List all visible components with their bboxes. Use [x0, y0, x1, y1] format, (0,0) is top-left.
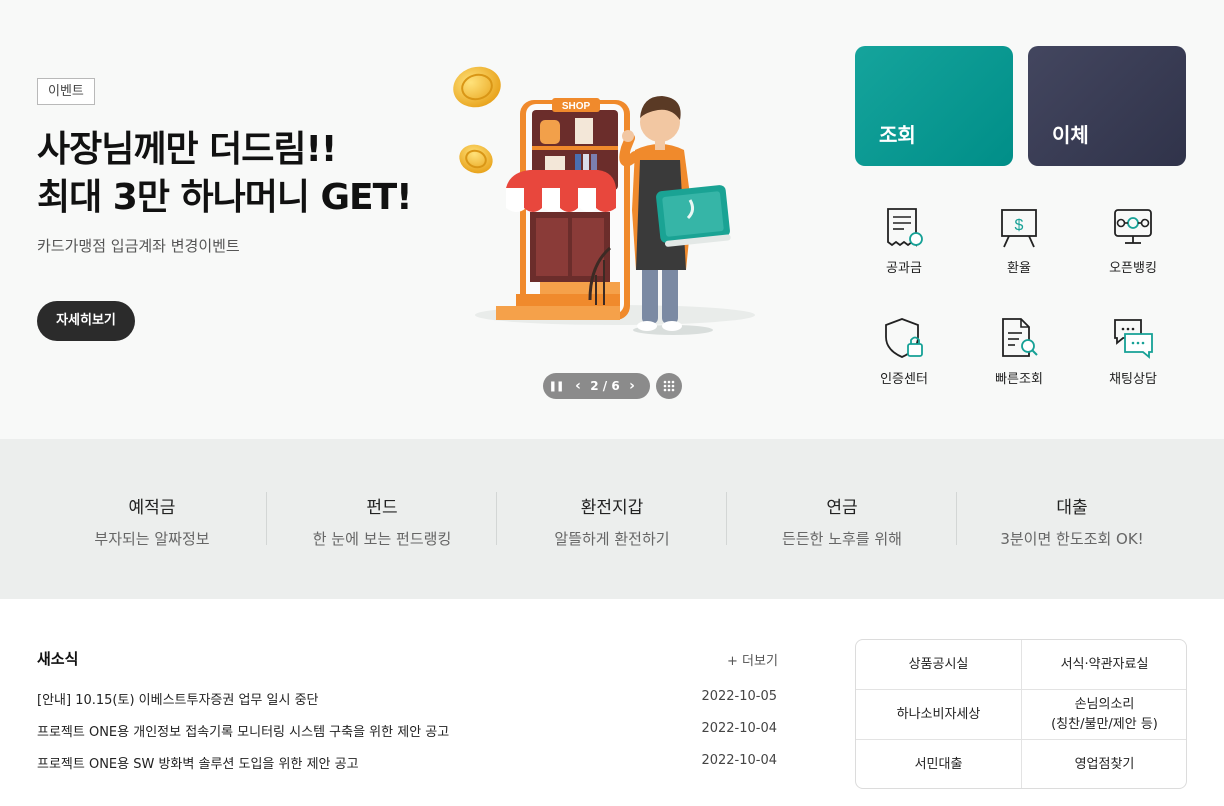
link-customer-voice[interactable]: 손님의소리 (칭찬/불만/제안 등): [1022, 690, 1186, 739]
quick-links-grid: 상품공시실 서식·약관자료실 하나소비자세상 손님의소리 (칭찬/불만/제안 등…: [855, 639, 1187, 789]
coin-small-icon: [459, 144, 493, 174]
category-title: 환전지갑: [580, 498, 644, 518]
news-item[interactable]: 프로젝트 ONE용 SW 방화벽 솔루션 도입을 위한 제안 공고 2022-1…: [37, 753, 777, 773]
category-fund[interactable]: 펀드 한 눈에 보는 펀드랭킹: [267, 493, 497, 549]
news-title: 새소식: [37, 650, 79, 668]
service-label: 공과금: [886, 261, 922, 276]
category-title: 연금: [826, 498, 858, 518]
category-pension[interactable]: 연금 든든한 노후를 위해: [727, 493, 957, 549]
carousel-pager: ❚❚ ‹ 2 / 6 ›: [543, 373, 650, 399]
shield-lock-icon: [885, 318, 923, 358]
pause-icon[interactable]: ❚❚: [543, 381, 569, 392]
chat-icon: [1114, 319, 1153, 359]
category-subtitle: 3분이면 한도조회 OK!: [1000, 530, 1144, 548]
link-product-notice[interactable]: 상품공시실: [856, 640, 1021, 689]
category-title: 대출: [1056, 498, 1088, 518]
slide-counter: 2 / 6: [590, 379, 620, 393]
hero-title: 사장님께만 더드림!! 최대 3만 하나머니 GET!: [37, 126, 413, 222]
service-label: 인증센터: [880, 372, 928, 387]
hero-title-line1: 사장님께만 더드림!!: [37, 129, 337, 170]
category-band: 예적금 부자되는 알짜정보 펀드 한 눈에 보는 펀드랭킹 환전지갑 알뜰하게 …: [0, 439, 1224, 599]
service-chat[interactable]: 채팅상담: [1078, 316, 1188, 387]
link-label: (칭찬/불만/제안 등): [1051, 716, 1158, 732]
category-title: 펀드: [366, 498, 398, 518]
chevron-right-icon[interactable]: ›: [623, 378, 641, 394]
service-quick-inquiry[interactable]: 빠른조회: [964, 316, 1074, 387]
coin-icon: [453, 66, 501, 108]
service-bill[interactable]: 공과금: [849, 205, 959, 276]
category-subtitle: 알뜰하게 환전하기: [554, 530, 670, 548]
category-title: 예적금: [128, 498, 176, 518]
link-consumer[interactable]: 하나소비자세상: [856, 690, 1021, 739]
shop-sign: SHOP: [562, 101, 591, 112]
event-badge: 이벤트: [37, 78, 95, 105]
news-item-date: 2022-10-04: [701, 753, 777, 768]
transfer-button[interactable]: 이체: [1028, 46, 1186, 166]
category-subtitle: 든든한 노후를 위해: [782, 530, 902, 548]
category-subtitle: 부자되는 알짜정보: [94, 530, 210, 548]
hero-banner: 이벤트 사장님께만 더드림!! 최대 3만 하나머니 GET! 카드가맹점 입금…: [0, 0, 1224, 439]
shop-illustration: SHOP: [453, 66, 755, 335]
news-item[interactable]: 프로젝트 ONE용 개인정보 접속기록 모니터링 시스템 구축을 위한 제안 공…: [37, 721, 777, 741]
news-item-title: 프로젝트 ONE용 개인정보 접속기록 모니터링 시스템 구축을 위한 제안 공…: [37, 725, 450, 740]
svg-text:$: $: [1015, 217, 1024, 234]
service-label: 채팅상담: [1109, 372, 1157, 387]
news-item-title: 프로젝트 ONE용 SW 방화벽 솔루션 도입을 위한 제안 공고: [37, 757, 359, 772]
document-search-icon: [1002, 318, 1038, 357]
more-link[interactable]: + 더보기: [727, 650, 778, 669]
grid-menu-icon[interactable]: [656, 373, 682, 399]
service-label: 환율: [1007, 261, 1031, 276]
link-branch-finder[interactable]: 영업점찾기: [1022, 740, 1186, 788]
news-item-title: [안내] 10.15(토) 이베스트투자증권 업무 일시 중단: [37, 693, 319, 708]
inquiry-label: 조회: [879, 123, 916, 147]
category-loan[interactable]: 대출 3분이면 한도조회 OK!: [957, 493, 1187, 549]
dots-grid-icon: [663, 380, 675, 392]
service-open-banking[interactable]: 오픈뱅킹: [1078, 205, 1188, 276]
category-exchange-wallet[interactable]: 환전지갑 알뜰하게 환전하기: [497, 493, 727, 549]
hero-title-line2: 최대 3만 하나머니 GET!: [37, 177, 413, 218]
news-item-date: 2022-10-04: [701, 721, 777, 736]
open-banking-icon: [1114, 209, 1152, 244]
link-forms[interactable]: 서식·약관자료실: [1022, 640, 1186, 689]
service-label: 빠른조회: [995, 372, 1043, 387]
news-item[interactable]: [안내] 10.15(토) 이베스트투자증권 업무 일시 중단 2022-10-…: [37, 689, 777, 709]
link-low-income-loan[interactable]: 서민대출: [856, 740, 1021, 788]
link-label: 손님의소리: [1074, 696, 1135, 712]
chevron-left-icon[interactable]: ‹: [569, 378, 587, 394]
news-item-date: 2022-10-05: [701, 689, 777, 704]
service-certificate[interactable]: 인증센터: [849, 316, 959, 387]
category-savings[interactable]: 예적금 부자되는 알짜정보: [37, 493, 267, 549]
detail-button[interactable]: 자세히보기: [37, 301, 135, 341]
transfer-label: 이체: [1052, 123, 1089, 147]
exchange-board-icon: $: [1001, 209, 1037, 248]
bill-icon: [887, 208, 923, 247]
service-label: 오픈뱅킹: [1109, 261, 1157, 276]
inquiry-button[interactable]: 조회: [855, 46, 1013, 166]
hero-subtitle: 카드가맹점 입금계좌 변경이벤트: [37, 237, 240, 255]
service-exchange[interactable]: $ 환율: [964, 205, 1074, 276]
category-subtitle: 한 눈에 보는 펀드랭킹: [312, 530, 452, 548]
